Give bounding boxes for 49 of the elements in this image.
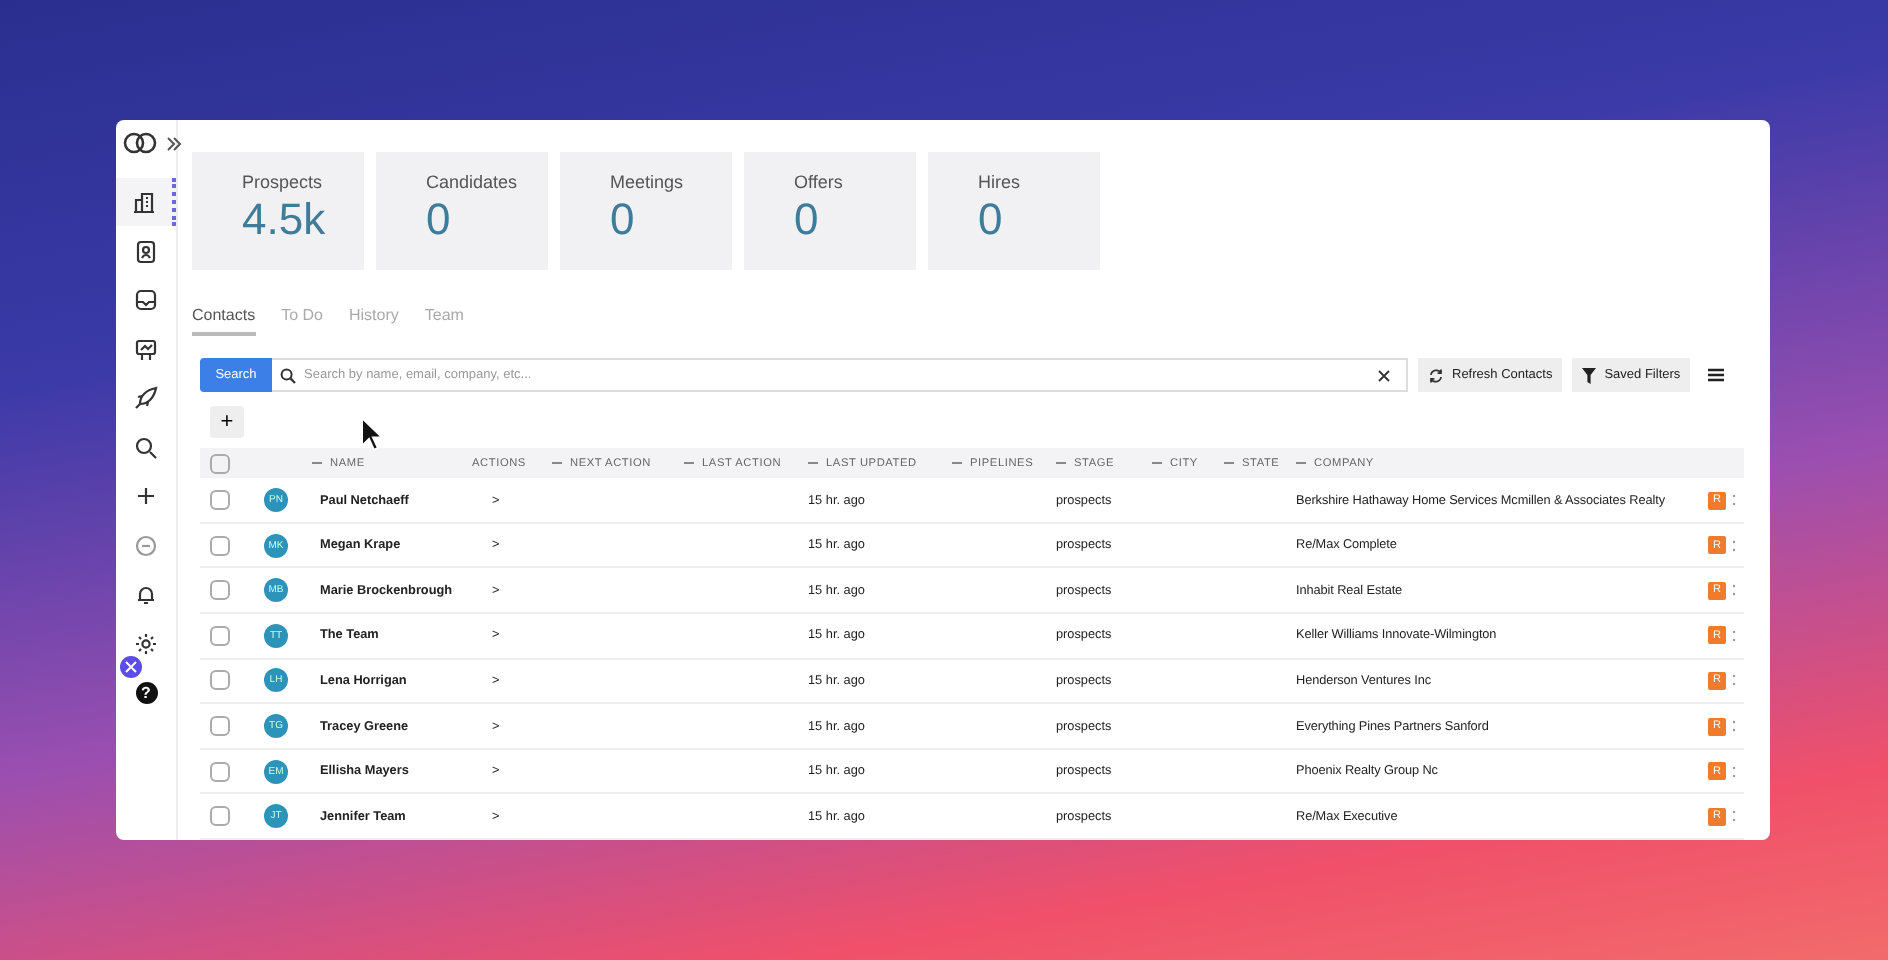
stat-label: Hires <box>978 172 1023 192</box>
stat-value: 0 <box>426 196 453 244</box>
stat-value: 4.5k <box>242 196 328 244</box>
stat-value: 0 <box>610 196 637 244</box>
close-icon[interactable] <box>1378 369 1390 381</box>
select-all-checkbox[interactable] <box>210 453 230 474</box>
menu-icon[interactable] <box>1708 368 1725 382</box>
board-icon <box>134 337 158 361</box>
add-button[interactable]: + <box>210 406 244 438</box>
stat-label: Candidates <box>426 172 520 192</box>
stat-label: Meetings <box>610 172 686 192</box>
drag-handle-icon[interactable] <box>552 462 562 465</box>
drag-handle-icon[interactable] <box>1152 462 1162 465</box>
chat-icon <box>134 533 158 557</box>
help-button[interactable]: ? <box>135 682 157 704</box>
row-checkbox[interactable] <box>210 625 230 646</box>
refresh-icon <box>1428 367 1444 383</box>
row-checkbox[interactable] <box>210 806 230 827</box>
drag-handle-icon[interactable] <box>312 462 322 465</box>
row-checkbox[interactable] <box>210 535 230 556</box>
stat-value: 0 <box>794 196 821 244</box>
drag-handle-icon[interactable] <box>952 462 962 465</box>
drag-handle-icon[interactable] <box>1224 462 1234 465</box>
stat-value: 0 <box>978 196 1005 244</box>
drag-handle-icon[interactable] <box>1296 462 1306 465</box>
logo-icon <box>122 132 158 154</box>
expand-icon[interactable] <box>166 135 182 151</box>
row-checkbox[interactable] <box>210 670 230 691</box>
building-icon <box>132 190 156 214</box>
filter-icon <box>1582 367 1597 383</box>
row-checkbox[interactable] <box>210 580 230 601</box>
search-icon <box>280 367 296 383</box>
contact-icon <box>134 239 158 263</box>
gear-icon <box>134 631 158 655</box>
drag-handle-icon[interactable] <box>684 462 694 465</box>
stat-label: Prospects <box>242 172 325 192</box>
tab[interactable]: Contacts <box>192 306 256 336</box>
sidebar-nav-item[interactable] <box>116 178 176 226</box>
inbox-icon <box>134 288 158 312</box>
drag-handle-icon[interactable] <box>1056 462 1066 465</box>
stat-label: Offers <box>794 172 845 192</box>
plus-icon <box>134 484 158 508</box>
search-icon <box>134 435 158 459</box>
row-checkbox[interactable] <box>210 716 230 737</box>
drag-handle-icon[interactable] <box>808 462 818 465</box>
row-checkbox[interactable] <box>210 490 230 511</box>
bell-icon <box>134 582 158 606</box>
rocket-icon <box>134 386 158 410</box>
row-checkbox[interactable] <box>210 761 230 782</box>
